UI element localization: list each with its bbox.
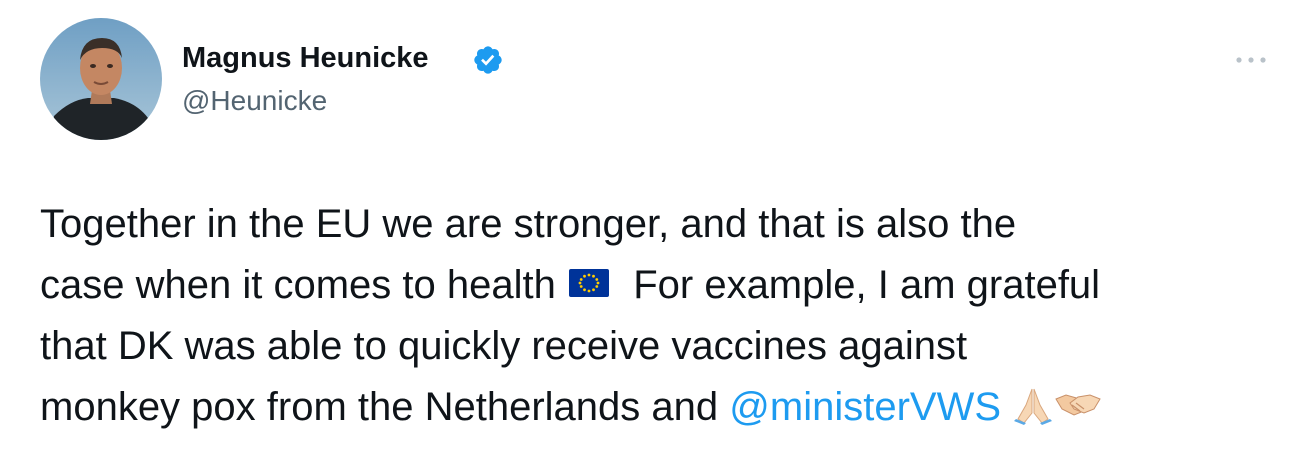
handshake-emoji: [1055, 394, 1101, 416]
tweet-line: that DK was able to quickly receive vacc…: [40, 324, 968, 368]
tweet-line: case when it comes to health For example…: [40, 255, 1270, 316]
tweet-text-segment: case when it comes to health: [40, 263, 556, 307]
author-handle[interactable]: @Heunicke: [182, 84, 327, 118]
author-display-name[interactable]: Magnus Heunicke: [182, 40, 429, 76]
verified-check-icon: [474, 46, 502, 74]
tweet-line: Together in the EU we are stronger, and …: [40, 202, 1017, 246]
tweet-line: monkey pox from the Netherlands and @min…: [40, 377, 1270, 438]
more-dots-icon[interactable]: [1233, 50, 1269, 70]
tweet-text: Together in the EU we are stronger, and …: [40, 194, 1270, 438]
mention-link[interactable]: @ministerVWS: [729, 385, 1001, 429]
avatar[interactable]: [40, 18, 162, 140]
profile-photo: [40, 18, 162, 140]
eu-flag-emoji: [568, 269, 609, 298]
tweet-text-segment: monkey pox from the Netherlands and: [40, 385, 719, 429]
tweet-text-segment: For example, I am grateful: [633, 263, 1101, 307]
folded-hands-emoji: [1014, 389, 1053, 426]
